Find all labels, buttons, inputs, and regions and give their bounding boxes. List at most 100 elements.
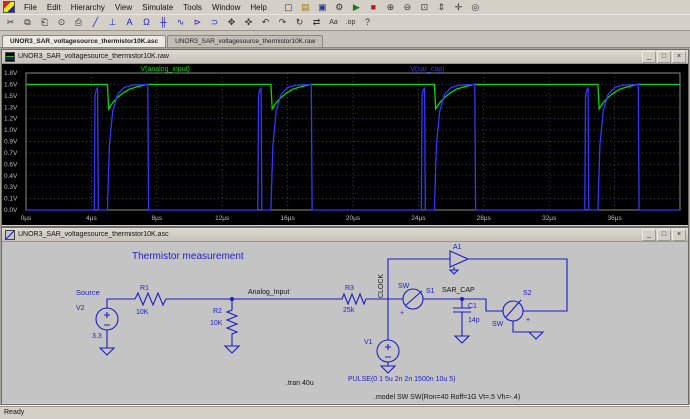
a1-name: A1 <box>453 244 462 251</box>
mdi-area: UNOR3_SAR_voltagesource_thermistor10K.ra… <box>0 48 690 405</box>
waveform-window: UNOR3_SAR_voltagesource_thermistor10K.ra… <box>1 49 689 227</box>
resistor-R1[interactable]: R1 10K <box>130 285 172 316</box>
close-button[interactable]: × <box>672 50 686 63</box>
buffer-A1[interactable]: A1 <box>448 244 470 275</box>
save-icon[interactable]: ▣ <box>315 0 330 15</box>
waveform-window-titlebar[interactable]: UNOR3_SAR_voltagesource_thermistor10K.ra… <box>2 50 688 64</box>
trace-name-label: V(analog_input) <box>140 66 189 73</box>
rotate-icon[interactable]: ↻ <box>292 15 307 30</box>
resistor-R2[interactable]: R2 10K <box>210 306 239 338</box>
y-tick-label: 1.0V <box>4 127 18 134</box>
y-tick-label: 1.8V <box>4 70 18 77</box>
y-tick-label: 0.4V <box>4 173 18 180</box>
capacitor-icon[interactable]: ╫ <box>156 15 171 30</box>
spice-directive-icon[interactable]: .op <box>343 15 358 30</box>
minimize-button[interactable]: _ <box>642 50 656 63</box>
switch-S1[interactable]: SW S1 + <box>398 283 435 317</box>
restore-button[interactable]: □ <box>657 50 671 63</box>
waveform-window-title: UNOR3_SAR_voltagesource_thermistor10K.ra… <box>18 53 169 60</box>
restore-button[interactable]: □ <box>657 228 671 241</box>
voltage-source-V2[interactable]: Source V2 3.3 <box>76 288 119 348</box>
x-tick-label: 12µs <box>215 215 230 222</box>
x-tick-label: 24µs <box>411 215 426 222</box>
schematic-window-titlebar[interactable]: UNOR3_SAR_voltagesource_thermistor10K.as… <box>2 228 688 242</box>
x-tick-label: 8µs <box>151 215 162 222</box>
menu-file[interactable]: File <box>19 2 42 13</box>
menu-simulate[interactable]: Simulate <box>137 2 178 13</box>
menu-view[interactable]: View <box>110 2 137 13</box>
menu-edit[interactable]: Edit <box>42 2 66 13</box>
c1-name: C1 <box>468 303 477 310</box>
app-icon <box>3 1 15 13</box>
x-tick-label: 16µs <box>280 215 295 222</box>
tab-waveform-raw[interactable]: UNOR3_SAR_voltagesource_thermistor10K.ra… <box>167 35 324 47</box>
zoom-out-icon[interactable]: ⊖ <box>400 0 415 15</box>
y-tick-label: 1.6V <box>4 81 18 88</box>
undo-icon[interactable]: ↶ <box>258 15 273 30</box>
inductor-icon[interactable]: ∿ <box>173 15 188 30</box>
copy-icon[interactable]: ⧉ <box>20 15 35 30</box>
v2-value: 3.3 <box>92 333 102 340</box>
mark-data-point-icon[interactable]: ◎ <box>468 0 483 15</box>
x-tick-label: 32µs <box>542 215 557 222</box>
schematic-drawing: Thermistor measurement Source V2 3.3 R1 … <box>76 244 568 401</box>
menu-window[interactable]: Window <box>207 2 245 13</box>
cut-icon[interactable]: ✂ <box>3 15 18 30</box>
menu-help[interactable]: Help <box>245 2 271 13</box>
ground-icon[interactable]: ⊥ <box>105 15 120 30</box>
y-tick-label: 1.3V <box>4 104 18 111</box>
y-tick-label: 0.6V <box>4 161 18 168</box>
resistor-icon[interactable]: Ω <box>139 15 154 30</box>
s2-model: SW <box>492 321 504 328</box>
component-icon[interactable]: ⊃ <box>207 15 222 30</box>
waveform-document-icon <box>5 51 15 62</box>
halt-icon[interactable]: ■ <box>366 0 381 15</box>
print-icon[interactable]: ⎙ <box>71 15 86 30</box>
text-icon[interactable]: Aa <box>326 15 341 30</box>
menu-tools[interactable]: Tools <box>178 2 207 13</box>
spice-directive-tran: .tran 40u <box>286 380 314 387</box>
mirror-icon[interactable]: ⇄ <box>309 15 324 30</box>
diode-icon[interactable]: ⊳ <box>190 15 205 30</box>
schematic-canvas[interactable]: Thermistor measurement Source V2 3.3 R1 … <box>2 242 688 403</box>
y-tick-label: 0.0V <box>4 207 18 214</box>
zoom-full-extents-icon[interactable]: ⊡ <box>417 0 432 15</box>
drag-icon[interactable]: ✜ <box>241 15 256 30</box>
y-tick-label: 0.3V <box>4 184 18 191</box>
wire-icon[interactable]: ╱ <box>88 15 103 30</box>
s1-model: SW <box>398 283 410 290</box>
net-label-icon[interactable]: A <box>122 15 137 30</box>
switch-S2[interactable]: S2 SW + <box>492 290 532 328</box>
find-icon[interactable]: ⊙ <box>54 15 69 30</box>
run-icon[interactable]: ▶ <box>349 0 364 15</box>
autorange-y-icon[interactable]: ⇕ <box>434 0 449 15</box>
control-panel-icon[interactable]: ⚙ <box>332 0 347 15</box>
pan-icon[interactable]: ✛ <box>451 0 466 15</box>
capacitor-C1[interactable]: C1 14p <box>453 303 480 324</box>
paste-icon[interactable]: ⎗ <box>37 15 52 30</box>
schematic-window: UNOR3_SAR_voltagesource_thermistor10K.as… <box>1 227 689 405</box>
v1-name: V1 <box>364 339 373 346</box>
x-tick-label: 4µs <box>86 215 97 222</box>
voltage-source-V1[interactable]: V1 PULSE(0 1 5u 2n 2n 1500n 10u 5) <box>348 339 455 383</box>
y-tick-label: 0.9V <box>4 139 18 146</box>
minimize-button[interactable]: _ <box>642 228 656 241</box>
open-file-icon[interactable]: ▤ <box>298 0 313 15</box>
help-icon[interactable]: ? <box>360 15 375 30</box>
zoom-in-icon[interactable]: ⊕ <box>383 0 398 15</box>
close-button[interactable]: × <box>672 228 686 241</box>
move-icon[interactable]: ✥ <box>224 15 239 30</box>
waveform-plot-area[interactable]: 1.8V 1.6V 1.5V 1.3V 1.2V 1.0V 0.9V 0.7V 0.6V 0.4V… <box>2 64 688 225</box>
spice-directive-model: .model SW SW(Ron=40 Roff=1G Vt=.5 Vh=-.4… <box>374 394 520 401</box>
s2-plus-mark: + <box>526 317 530 324</box>
r2-value: 10K <box>210 320 223 327</box>
junction-dot <box>460 297 464 301</box>
redo-icon[interactable]: ↷ <box>275 15 290 30</box>
r1-value: 10K <box>136 309 149 316</box>
menu-hierarchy[interactable]: Hierarchy <box>66 2 110 13</box>
new-schematic-icon[interactable]: ▢ <box>281 0 296 15</box>
resistor-R3[interactable]: R3 25k <box>338 285 374 314</box>
wire-network[interactable] <box>106 258 568 346</box>
net-label-analog-input: Analog_Input <box>248 289 289 296</box>
tab-schematic-asc[interactable]: UNOR3_SAR_voltagesource_thermistor10K.as… <box>2 35 167 47</box>
